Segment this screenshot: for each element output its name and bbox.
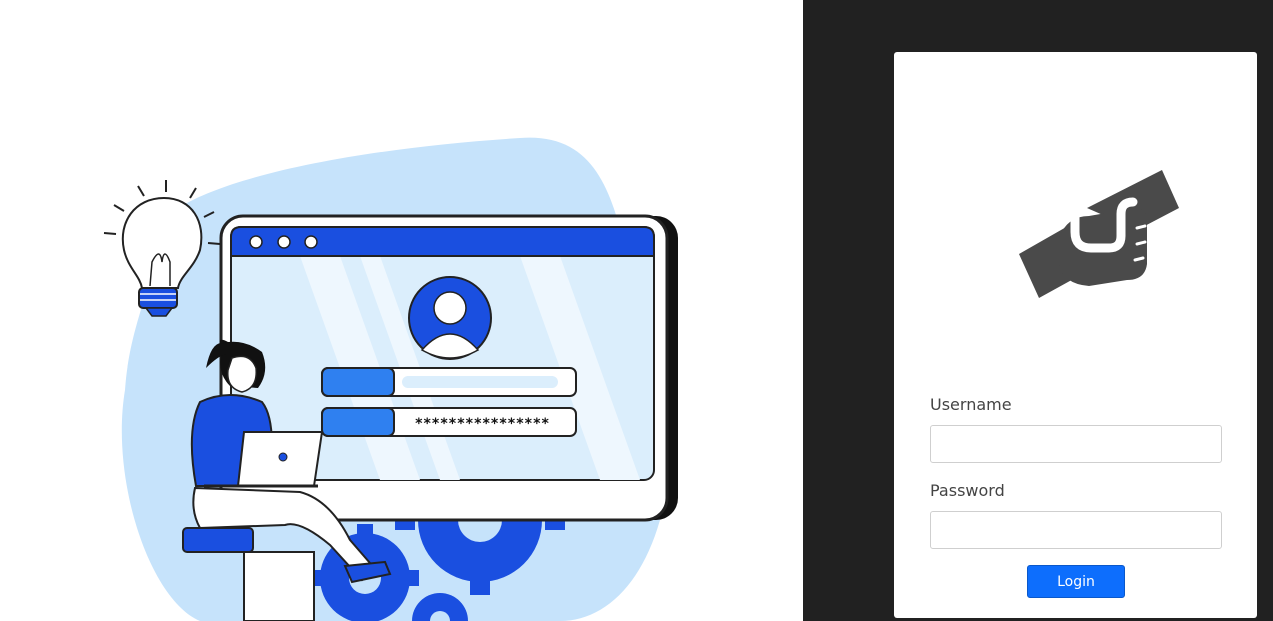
login-page: **************** Username Password Login: [0, 0, 1273, 621]
login-button[interactable]: Login: [1027, 565, 1125, 598]
user-avatar-icon: [408, 276, 492, 360]
password-label: Password: [930, 481, 1005, 500]
browser-bar: [230, 226, 655, 257]
handshake-icon: [1019, 170, 1179, 298]
username-label: Username: [930, 395, 1012, 414]
password-input[interactable]: [930, 511, 1222, 549]
username-input[interactable]: [930, 425, 1222, 463]
masked-password-text: ****************: [415, 416, 550, 432]
illustration-graphic: ****************: [103, 137, 678, 621]
login-card: Username Password Login: [894, 52, 1257, 618]
login-illustration: ****************: [0, 0, 803, 621]
